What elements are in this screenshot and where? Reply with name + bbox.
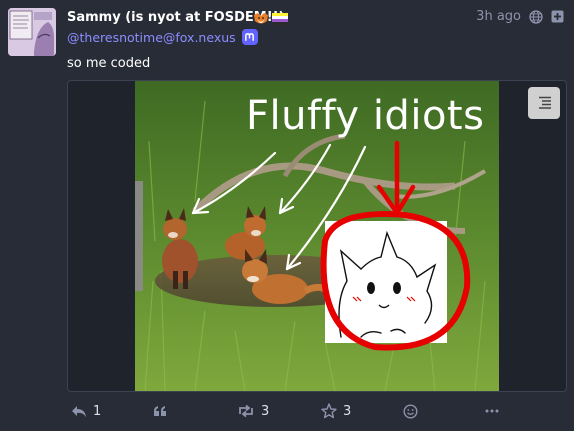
status-post: Sammy (is nyot at FOSDEM!!) @theresnotim…	[0, 0, 574, 431]
reply-count: 1	[93, 403, 102, 419]
mastodon-icon	[241, 29, 258, 45]
boost-icon	[239, 404, 253, 418]
boost-count: 3	[261, 403, 270, 419]
more-button[interactable]	[485, 399, 499, 423]
globe-icon	[529, 9, 543, 24]
media-caption: Fluffy idiots	[246, 93, 485, 139]
name-emoji-group	[253, 12, 288, 26]
reply-icon	[72, 406, 86, 417]
handle-row: @theresnotime@fox.nexus	[67, 29, 258, 45]
media-gallery[interactable]: Fluffy idiots	[67, 80, 567, 392]
emoji-reaction-button[interactable]	[403, 399, 418, 423]
menu-lines-icon	[539, 96, 551, 109]
more-icon	[485, 409, 499, 413]
quote-icon	[154, 406, 166, 416]
quote-button[interactable]	[153, 399, 167, 423]
status-action-bar: 1 3 3	[67, 399, 517, 423]
timestamp[interactable]: 3h ago	[476, 9, 521, 24]
fox-emoji	[254, 13, 268, 24]
reply-button[interactable]: 1	[71, 399, 101, 423]
account-handle[interactable]: @theresnotime@fox.nexus	[67, 30, 236, 45]
media-menu-button[interactable]	[528, 87, 560, 119]
avatar[interactable]	[8, 8, 56, 56]
smiley-icon	[403, 403, 418, 419]
favourite-button[interactable]: 3	[321, 399, 351, 423]
display-name[interactable]: Sammy (is nyot at FOSDEM!!)	[67, 10, 285, 25]
post-content: so me coded	[67, 56, 151, 71]
favourite-count: 3	[343, 403, 352, 419]
star-icon	[321, 403, 337, 419]
boost-button[interactable]: 3	[237, 399, 269, 423]
plus-square-icon[interactable]	[551, 10, 564, 23]
post-meta: 3h ago	[476, 9, 564, 24]
nonbinary-flag-emoji	[272, 13, 288, 25]
